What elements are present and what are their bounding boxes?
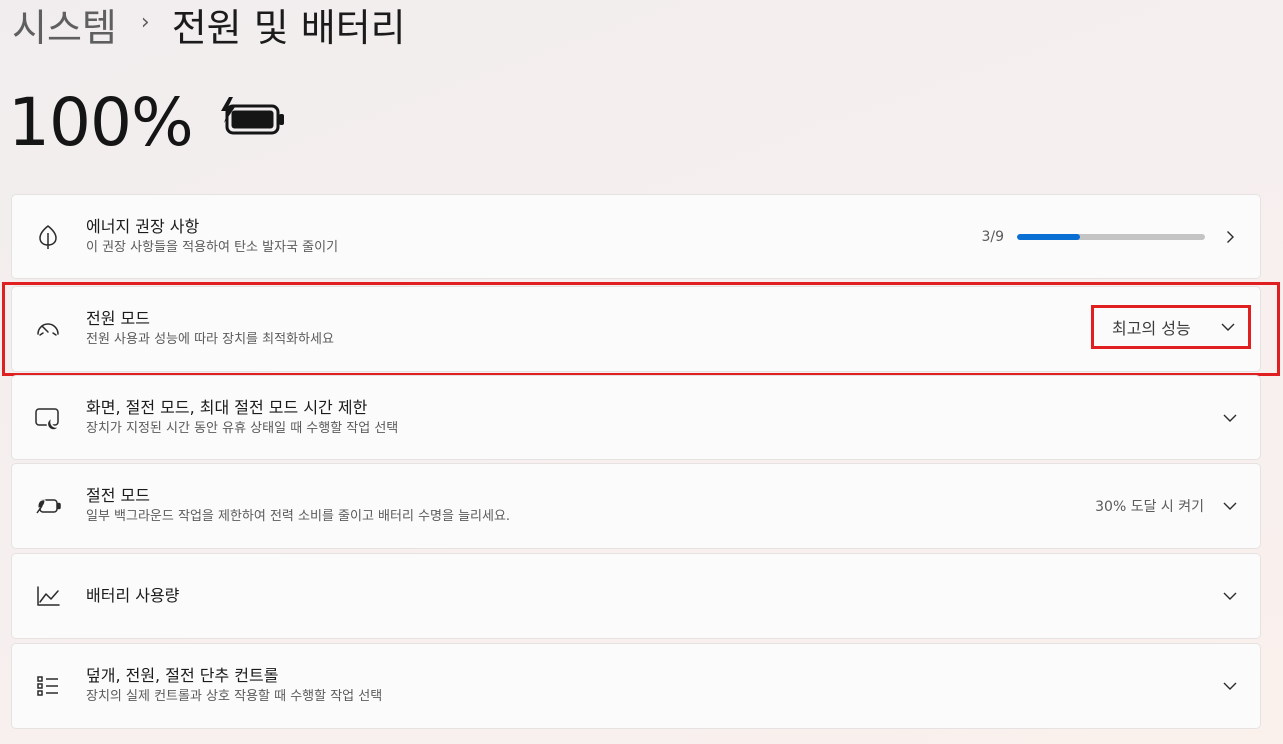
card-title: 화면, 절전 모드, 최대 절전 모드 시간 제한 — [86, 397, 368, 417]
power-mode-dropdown[interactable]: 최고의 성능 — [1091, 305, 1251, 349]
card-power-mode: 전원 모드 전원 사용과 성능에 따라 장치를 최적화하세요 — [11, 286, 1261, 372]
card-battery-usage[interactable]: 배터리 사용량 — [11, 553, 1261, 639]
card-lid-controls[interactable]: 덮개, 전원, 절전 단추 컨트롤 장치의 실제 컨트롤과 상호 작용할 때 수… — [11, 643, 1261, 729]
card-title: 배터리 사용량 — [86, 586, 180, 605]
breadcrumb-parent[interactable]: 시스템 — [12, 0, 117, 52]
card-title: 에너지 권장 사항 — [86, 216, 200, 236]
breadcrumb-separator: › — [140, 9, 150, 35]
chevron-down-icon — [1220, 319, 1236, 335]
progress-count: 3/9 — [981, 228, 1004, 245]
progress-fill — [1017, 233, 1080, 240]
card-subtitle: 이 권장 사항들을 적용하여 탄소 발자국 줄이기 — [86, 239, 339, 255]
leaf-icon — [34, 223, 62, 251]
screen-sleep-icon — [34, 404, 62, 432]
card-screen-sleep[interactable]: 화면, 절전 모드, 최대 절전 모드 시간 제한 장치가 지정된 시간 동안 … — [11, 375, 1261, 460]
battery-percentage: 100% — [8, 83, 194, 161]
breadcrumb: 시스템 › 전원 및 배터리 — [12, 0, 406, 50]
card-subtitle: 일부 백그라운드 작업을 제한하여 전력 소비를 줄이고 배터리 수명을 늘리세… — [86, 509, 511, 524]
chevron-down-icon[interactable] — [1222, 410, 1238, 426]
chevron-right-icon[interactable] — [1222, 229, 1238, 245]
gauge-icon — [34, 315, 62, 343]
page-title: 전원 및 배터리 — [171, 5, 406, 50]
card-title: 절전 모드 — [86, 486, 150, 505]
list-icon — [34, 672, 62, 700]
card-battery-saver[interactable]: 절전 모드 일부 백그라운드 작업을 제한하여 전력 소비를 줄이고 배터리 수… — [11, 463, 1261, 549]
battery-charging-icon — [219, 95, 287, 143]
progress-bar — [1017, 233, 1205, 240]
card-subtitle: 장치의 실제 컨트롤과 상호 작용할 때 수행할 작업 선택 — [86, 689, 383, 704]
battery-saver-status: 30% 도달 시 켜기 — [1095, 499, 1204, 515]
chevron-down-icon[interactable] — [1222, 588, 1238, 604]
battery-status: 100% — [8, 83, 287, 161]
card-title: 전원 모드 — [86, 309, 150, 328]
card-subtitle: 전원 사용과 성능에 따라 장치를 최적화하세요 — [86, 332, 334, 347]
chevron-down-icon[interactable] — [1222, 678, 1238, 694]
chevron-down-icon[interactable] — [1222, 498, 1238, 514]
battery-saver-icon — [34, 492, 62, 520]
chart-icon — [34, 582, 62, 610]
card-title: 덮개, 전원, 절전 단추 컨트롤 — [86, 666, 279, 685]
card-subtitle: 장치가 지정된 시간 동안 유휴 상태일 때 수행할 작업 선택 — [86, 420, 399, 436]
card-energy-recommendations[interactable]: 에너지 권장 사항 이 권장 사항들을 적용하여 탄소 발자국 줄이기 3/9 — [11, 194, 1261, 279]
power-mode-selected: 최고의 성능 — [1112, 319, 1191, 338]
